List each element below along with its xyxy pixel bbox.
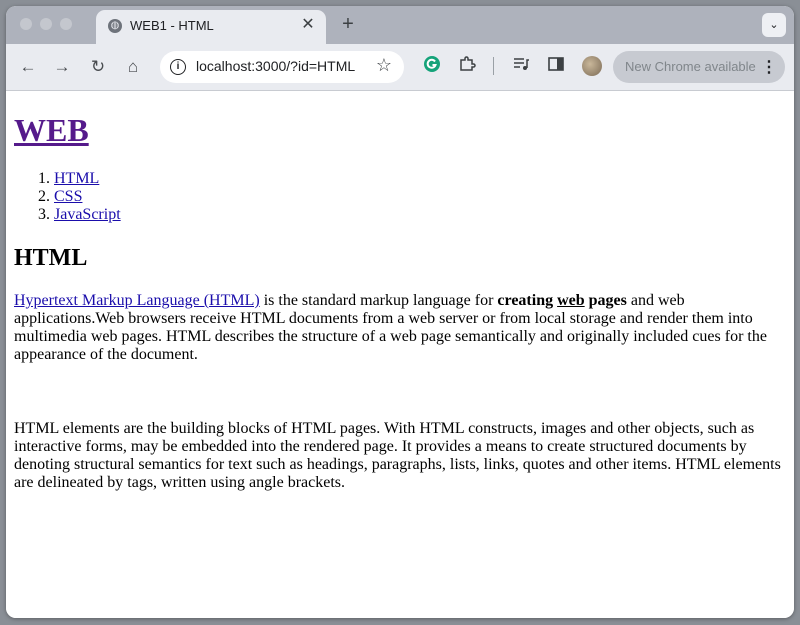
topic-link-html[interactable]: HTML: [54, 170, 99, 187]
grammarly-extension-icon[interactable]: [420, 55, 444, 79]
browser-window: ◍ WEB1 - HTML ✕ + ⌄ ← → ↻ ⌂ i localhost:…: [6, 6, 794, 618]
bookmark-star-icon[interactable]: ☆: [376, 55, 392, 76]
media-controls-icon[interactable]: [509, 55, 533, 79]
list-item: CSS: [54, 188, 786, 206]
side-panel-icon[interactable]: [544, 55, 568, 79]
tab-search-button[interactable]: ⌄: [762, 13, 786, 37]
extensions-puzzle-icon[interactable]: [455, 55, 479, 79]
minimize-window-button[interactable]: [40, 18, 52, 30]
page-title: HTML: [14, 245, 88, 271]
topic-list: HTML CSS JavaScript: [14, 170, 786, 224]
url-text[interactable]: localhost:3000/?id=HTML: [196, 58, 355, 74]
topic-link-css[interactable]: CSS: [54, 188, 82, 205]
body-paragraph: HTML elements are the building blocks of…: [14, 420, 781, 491]
back-button[interactable]: ←: [16, 55, 40, 79]
tab-strip: ◍ WEB1 - HTML ✕ + ⌄: [6, 6, 794, 44]
list-item: JavaScript: [54, 206, 786, 224]
tab-title: WEB1 - HTML: [130, 18, 214, 33]
browser-toolbar: ← → ↻ ⌂ i localhost:3000/?id=HTML ☆ New …: [6, 44, 794, 91]
topic-link-javascript[interactable]: JavaScript: [54, 206, 121, 223]
tab-active[interactable]: ◍ WEB1 - HTML ✕: [96, 10, 326, 44]
home-link[interactable]: WEB: [14, 112, 89, 148]
reload-button[interactable]: ↻: [86, 55, 110, 79]
paragraph-text: is the standard markup language for: [259, 292, 498, 309]
forward-button[interactable]: →: [50, 55, 74, 79]
profile-avatar[interactable]: [582, 56, 602, 76]
intro-paragraph: Hypertext Markup Language (HTML) is the …: [14, 292, 786, 364]
address-bar[interactable]: i localhost:3000/?id=HTML ☆: [160, 51, 404, 83]
menu-kebab-icon[interactable]: ⋮: [761, 57, 777, 77]
site-info-icon[interactable]: i: [170, 59, 186, 75]
close-window-button[interactable]: [20, 18, 32, 30]
bold-text-pages: pages: [588, 292, 627, 309]
globe-icon: ◍: [108, 19, 122, 33]
list-item: HTML: [54, 170, 786, 188]
html-wiki-link[interactable]: Hypertext Markup Language (HTML): [14, 292, 260, 309]
underlined-text-web: web: [557, 292, 585, 309]
new-tab-button[interactable]: +: [336, 12, 360, 36]
tab-close-icon[interactable]: ✕: [298, 15, 318, 35]
chrome-update-button[interactable]: New Chrome available ⋮: [613, 51, 785, 83]
site-heading: WEB: [14, 112, 786, 149]
zoom-window-button[interactable]: [60, 18, 72, 30]
home-button[interactable]: ⌂: [121, 55, 145, 79]
page-content: WEB HTML CSS JavaScript HTML Hypertext M…: [6, 91, 794, 618]
update-label: New Chrome available: [625, 59, 756, 74]
bold-text-creating: creating: [497, 292, 554, 309]
toolbar-divider: [493, 57, 494, 75]
